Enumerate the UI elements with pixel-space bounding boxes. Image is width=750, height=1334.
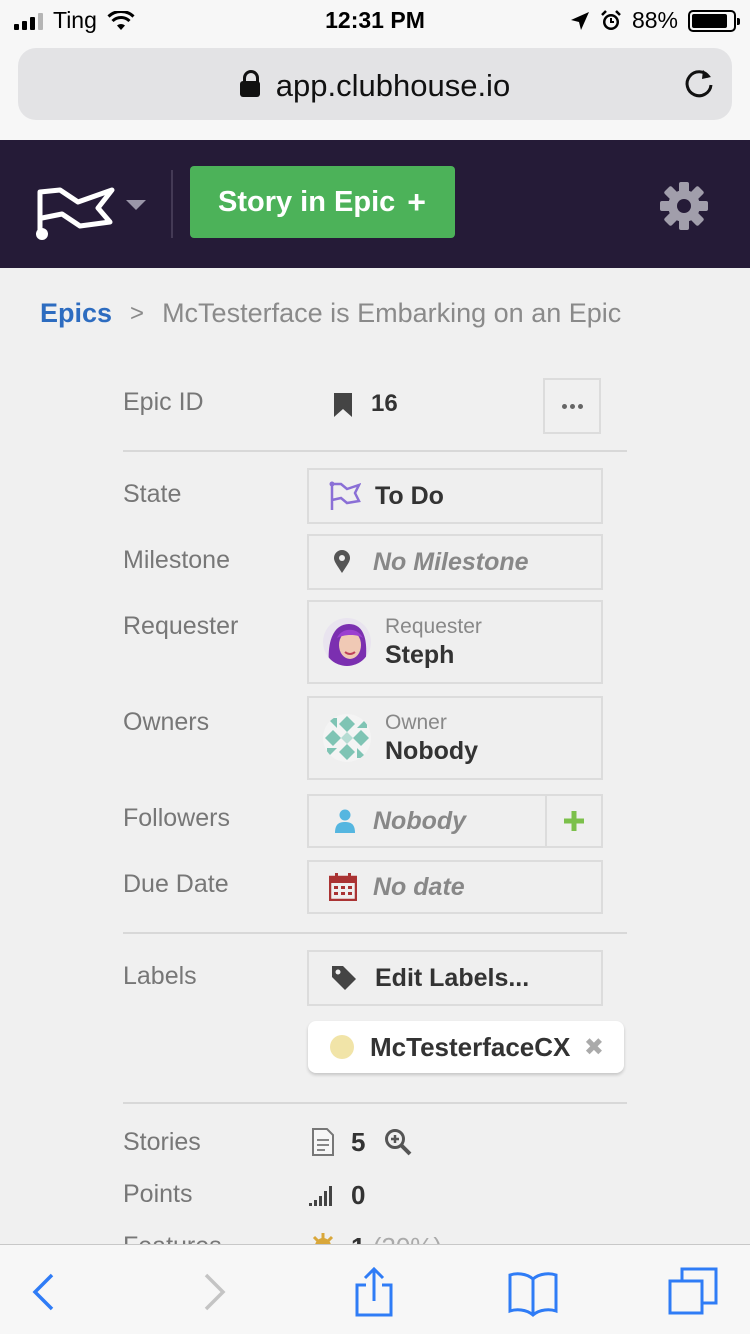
- milestone-field[interactable]: No Milestone: [307, 534, 603, 590]
- state-flag-icon: [329, 481, 361, 510]
- add-follower-button[interactable]: [545, 794, 603, 848]
- due-date-field[interactable]: No date: [307, 860, 603, 914]
- owners-label: Owners: [123, 708, 210, 736]
- address-bar[interactable]: app.clubhouse.io: [18, 48, 732, 120]
- tabs-icon[interactable]: [668, 1267, 718, 1317]
- bookmarks-icon[interactable]: [508, 1267, 558, 1317]
- map-pin-icon: [334, 550, 350, 573]
- tag-icon: [332, 966, 356, 990]
- bookmark-icon: [334, 393, 352, 417]
- location-arrow-icon: [570, 11, 589, 30]
- due-date-label: Due Date: [123, 870, 229, 898]
- url-text: app.clubhouse.io: [275, 68, 511, 103]
- menu-caret-icon[interactable]: [126, 200, 146, 210]
- points-value: 0: [351, 1180, 366, 1210]
- label-name: McTesterfaceCX: [370, 1031, 571, 1062]
- state-field[interactable]: To Do: [307, 468, 603, 524]
- share-icon[interactable]: [349, 1267, 399, 1317]
- divider: [123, 450, 627, 452]
- plus-icon: [564, 811, 584, 831]
- stories-count: 5: [351, 1127, 366, 1157]
- followers-label: Followers: [123, 804, 230, 832]
- bar-graph-icon: [309, 1186, 332, 1206]
- zoom-in-icon[interactable]: [384, 1128, 412, 1156]
- owner-name: Nobody: [385, 737, 479, 765]
- alarm-icon: [601, 9, 621, 30]
- new-story-label: Story in Epic: [218, 185, 396, 218]
- state-value: To Do: [375, 481, 444, 510]
- document-icon: [312, 1128, 334, 1156]
- divider: [123, 1102, 627, 1104]
- edit-labels-label: Edit Labels...: [375, 963, 530, 992]
- header-divider: [171, 170, 173, 238]
- requester-role: Requester: [385, 615, 482, 638]
- person-icon: [335, 809, 355, 833]
- app-header: Story in Epic +: [0, 140, 750, 268]
- breadcrumb-separator: >: [130, 299, 145, 327]
- state-label: State: [123, 480, 182, 508]
- divider: [123, 932, 627, 934]
- followers-field[interactable]: Nobody: [307, 794, 547, 848]
- due-date-value: No date: [373, 872, 465, 901]
- breadcrumb: Epics > McTesterface is Embarking on an …: [40, 298, 621, 329]
- milestone-value: No Milestone: [373, 547, 529, 576]
- browser-toolbar: [0, 1244, 750, 1334]
- remove-label-icon[interactable]: ✖: [584, 1033, 604, 1062]
- back-icon[interactable]: [22, 1267, 72, 1317]
- plus-icon: +: [407, 183, 426, 220]
- requester-label: Requester: [123, 612, 239, 640]
- new-story-button[interactable]: Story in Epic +: [190, 166, 455, 238]
- breadcrumb-current: McTesterface is Embarking on an Epic: [162, 298, 622, 328]
- battery-icon: [688, 9, 740, 32]
- requester-name: Steph: [385, 641, 455, 669]
- more-options-button[interactable]: [543, 378, 601, 434]
- gear-icon[interactable]: [658, 180, 710, 232]
- stories-label: Stories: [123, 1128, 201, 1156]
- edit-labels-button[interactable]: Edit Labels...: [307, 950, 603, 1006]
- milestone-label: Milestone: [123, 546, 230, 574]
- clubhouse-flag-icon[interactable]: [32, 178, 116, 242]
- epic-id-value: 16: [371, 390, 398, 417]
- labels-label: Labels: [123, 962, 197, 990]
- epic-id-label: Epic ID: [123, 388, 204, 416]
- forward-icon[interactable]: [188, 1267, 238, 1317]
- breadcrumb-epics-link[interactable]: Epics: [40, 298, 112, 329]
- browser-chrome: app.clubhouse.io: [0, 40, 750, 140]
- followers-value: Nobody: [373, 806, 467, 835]
- label-color-dot: [330, 1035, 354, 1059]
- owner-role: Owner: [385, 711, 447, 734]
- reload-icon[interactable]: [682, 66, 716, 100]
- owners-field[interactable]: Owner Nobody: [307, 696, 603, 780]
- points-label: Points: [123, 1180, 193, 1208]
- label-chip: McTesterfaceCX ✖: [308, 1021, 624, 1073]
- requester-avatar: [323, 618, 371, 666]
- status-bar: Ting 12:31 PM 88%: [0, 0, 750, 40]
- calendar-icon: [329, 873, 357, 901]
- lock-icon: [239, 70, 260, 97]
- requester-field[interactable]: Requester Steph: [307, 600, 603, 684]
- battery-percent: 88%: [631, 7, 678, 33]
- owner-avatar: [323, 714, 371, 762]
